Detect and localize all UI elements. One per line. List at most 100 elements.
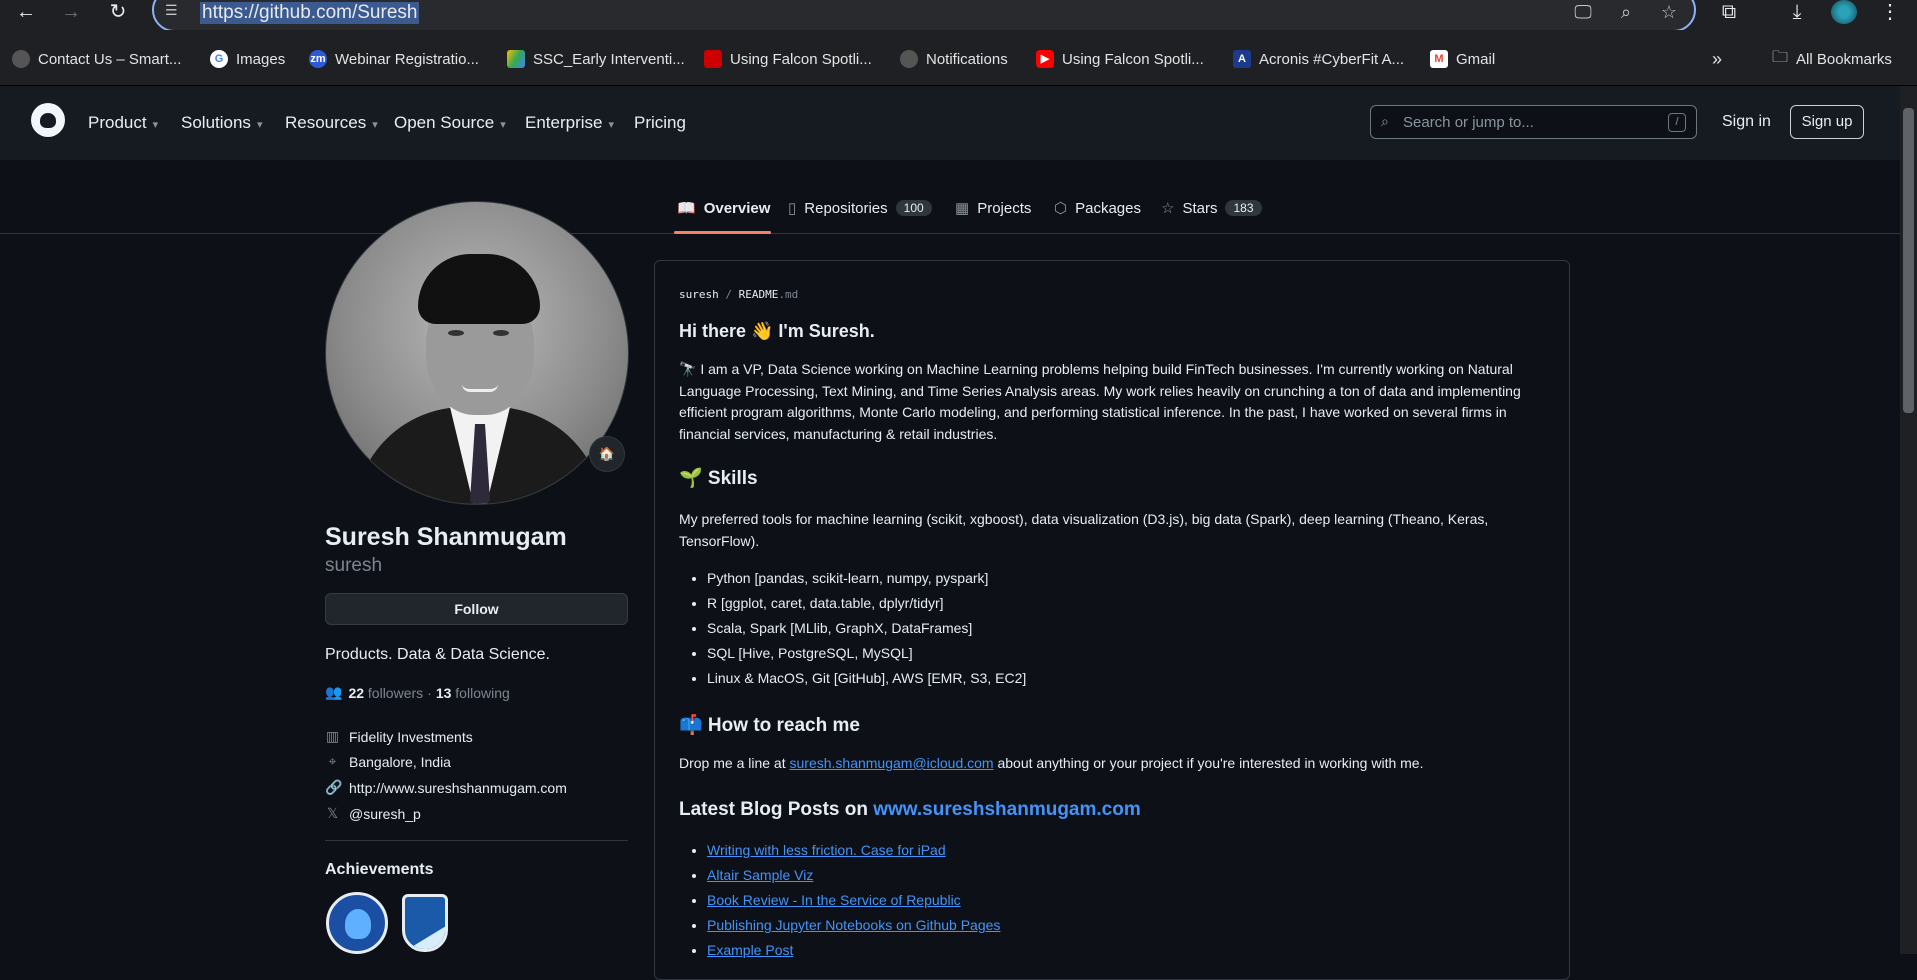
email-link[interactable]: suresh.shanmugam@icloud.com	[790, 755, 994, 771]
profile-twitter[interactable]: 𝕏 @suresh_p	[325, 805, 421, 822]
tab-stars[interactable]: ☆ Stars 183	[1161, 199, 1262, 217]
site-settings-icon[interactable]: ☰	[165, 2, 185, 20]
bookmark-item[interactable]: ▶ Using Falcon Spotli...	[1036, 48, 1204, 70]
avatar[interactable]	[325, 201, 629, 505]
location-icon: ⌖	[328, 753, 337, 769]
book-icon: 📖	[677, 200, 696, 217]
table-icon: ▦	[955, 200, 970, 217]
followers-link[interactable]: 22 followers	[348, 685, 423, 701]
forward-arrow-icon[interactable]: →	[56, 0, 86, 26]
sign-up-button[interactable]: Sign up	[1790, 105, 1864, 139]
bookmark-item[interactable]: Using Falcon Spotli...	[704, 48, 872, 70]
avatar-eye	[448, 330, 464, 336]
url-text[interactable]: https://github.com/Suresh	[200, 2, 420, 24]
scrollbar-thumb[interactable]	[1903, 108, 1914, 413]
following-link[interactable]: 13 following	[436, 685, 510, 701]
sign-in-link[interactable]: Sign in	[1722, 113, 1771, 131]
readme-intro: 🔭 I am a VP, Data Science working on Mac…	[679, 361, 1521, 442]
readme-path: suresh / README.md	[679, 288, 798, 301]
list-item: Example Post	[707, 939, 1000, 964]
nav-open-source[interactable]: Open Source ▾	[394, 113, 506, 133]
blog-post-link[interactable]: Publishing Jupyter Notebooks on Github P…	[707, 917, 1000, 933]
follow-button[interactable]: Follow	[325, 593, 628, 625]
avatar-eye	[493, 330, 509, 336]
list-item: Book Review - In the Service of Republic	[707, 889, 1000, 914]
path-separator: /	[725, 288, 732, 301]
readme-user-link[interactable]: suresh	[679, 288, 719, 301]
tab-packages[interactable]: ⬡ Packages	[1054, 199, 1141, 218]
tab-repositories[interactable]: ▯ Repositories 100	[788, 199, 932, 217]
github-logo-icon[interactable]	[31, 103, 65, 137]
github-header: Product ▾ Solutions ▾ Resources ▾ Open Sour…	[0, 86, 1900, 160]
bookmark-item[interactable]: A Acronis #CyberFit A...	[1233, 48, 1404, 70]
download-icon[interactable]: ⤓	[1782, 0, 1812, 26]
bookmark-item[interactable]: G Images	[210, 48, 285, 70]
bookmark-item[interactable]: M Gmail	[1430, 48, 1495, 70]
blog-site-link[interactable]: www.sureshshanmugam.com	[873, 799, 1140, 820]
zoom-logo-icon: zm	[309, 50, 327, 68]
blog-post-link[interactable]: Book Review - In the Service of Republic	[707, 892, 961, 908]
file-extension: .md	[778, 288, 799, 301]
count-badge: 183	[1225, 200, 1262, 216]
profile-website[interactable]: 🔗 http://www.sureshshanmugam.com	[325, 779, 567, 796]
extensions-icon[interactable]: ⧉	[1714, 0, 1744, 26]
count-badge: 100	[895, 200, 932, 216]
list-item: R [ggplot, caret, data.table, dplyr/tidy…	[707, 592, 1026, 617]
reach-heading: 📫 How to reach me	[679, 715, 860, 736]
nav-pricing[interactable]: Pricing	[634, 113, 686, 133]
achievement-badge-arctic-icon[interactable]	[402, 894, 448, 952]
tab-overview[interactable]: 📖 Overview	[677, 199, 770, 218]
tab-projects[interactable]: ▦ Projects	[955, 199, 1031, 218]
reach-text: Drop me a line at suresh.shanmugam@iclou…	[679, 755, 1424, 771]
follow-stats: 👥 22 followers · 13 following	[325, 684, 510, 701]
package-icon: ⬡	[1054, 200, 1068, 217]
all-bookmarks-button[interactable]: 🗀 All Bookmarks	[1772, 48, 1892, 70]
nav-enterprise[interactable]: Enterprise ▾	[525, 113, 614, 133]
globe-icon	[900, 50, 918, 68]
chevron-down-icon: ▾	[500, 119, 506, 131]
menu-kebab-icon[interactable]: ⋮	[1875, 0, 1905, 26]
list-item: SQL [Hive, PostgreSQL, MySQL]	[707, 642, 1026, 667]
youtube-icon: ▶	[1036, 50, 1054, 68]
folder-icon: 🗀	[1772, 48, 1789, 66]
repo-icon: ▯	[788, 200, 797, 217]
install-app-icon[interactable]: 🖵	[1571, 2, 1595, 24]
star-icon: ☆	[1161, 200, 1175, 217]
bookmark-item[interactable]: SSC_Early Interventi...	[507, 48, 685, 70]
status-emoji-button[interactable]: 🏠	[589, 436, 625, 472]
skills-text: My preferred tools for machine learning …	[679, 511, 1489, 549]
profile-avatar-icon[interactable]	[1831, 0, 1857, 24]
bookmark-item[interactable]: zm Webinar Registratio...	[309, 48, 479, 70]
address-bar[interactable]: ☰ https://github.com/Suresh 🖵 ⌕ ☆	[152, 0, 1696, 32]
profile-bio: Products. Data & Data Science.	[325, 646, 550, 663]
bookmark-item[interactable]: Notifications	[900, 48, 1008, 70]
blog-post-link[interactable]: Example Post	[707, 942, 793, 958]
bookmark-star-icon[interactable]: ☆	[1657, 2, 1681, 24]
zoom-icon[interactable]: ⌕	[1614, 2, 1638, 24]
list-item: Scala, Spark [MLlib, GraphX, DataFrames]	[707, 617, 1026, 642]
nav-product[interactable]: Product ▾	[88, 113, 158, 133]
globe-icon	[12, 50, 30, 68]
profile-company: ▥ Fidelity Investments	[325, 728, 473, 745]
readme-file-link[interactable]: README	[739, 288, 779, 301]
keyboard-shortcut-hint: /	[1668, 113, 1686, 132]
reload-icon[interactable]: ↻	[103, 0, 133, 26]
organization-icon: ▥	[325, 728, 340, 744]
acronis-icon: A	[1233, 50, 1251, 68]
back-arrow-icon[interactable]: ←	[11, 0, 41, 26]
search-input[interactable]: ⌕ Search or jump to... /	[1370, 105, 1697, 139]
people-icon: 👥	[325, 684, 343, 700]
profile-full-name: Suresh Shanmugam	[325, 523, 567, 551]
more-bookmarks-button[interactable]: »	[1712, 48, 1722, 70]
achievement-badge-shark-icon[interactable]	[326, 892, 388, 954]
blog-post-link[interactable]: Altair Sample Viz	[707, 867, 813, 883]
bookmark-item[interactable]: Contact Us – Smart...	[12, 48, 181, 70]
nav-resources[interactable]: Resources ▾	[285, 113, 378, 133]
profile-tabs: 📖 Overview ▯ Repositories 100 ▦ Projects ⬡ Pa…	[0, 160, 1900, 234]
x-logo-icon: 𝕏	[326, 805, 339, 821]
browser-toolbar: ← → ↻ ☰ https://github.com/Suresh 🖵 ⌕ ☆ …	[0, 0, 1917, 32]
blog-post-link[interactable]: Writing with less friction. Case for iPa…	[707, 842, 946, 858]
nav-solutions[interactable]: Solutions ▾	[181, 113, 262, 133]
link-icon: 🔗	[325, 779, 343, 795]
list-item: Writing with less friction. Case for iPa…	[707, 839, 1000, 864]
